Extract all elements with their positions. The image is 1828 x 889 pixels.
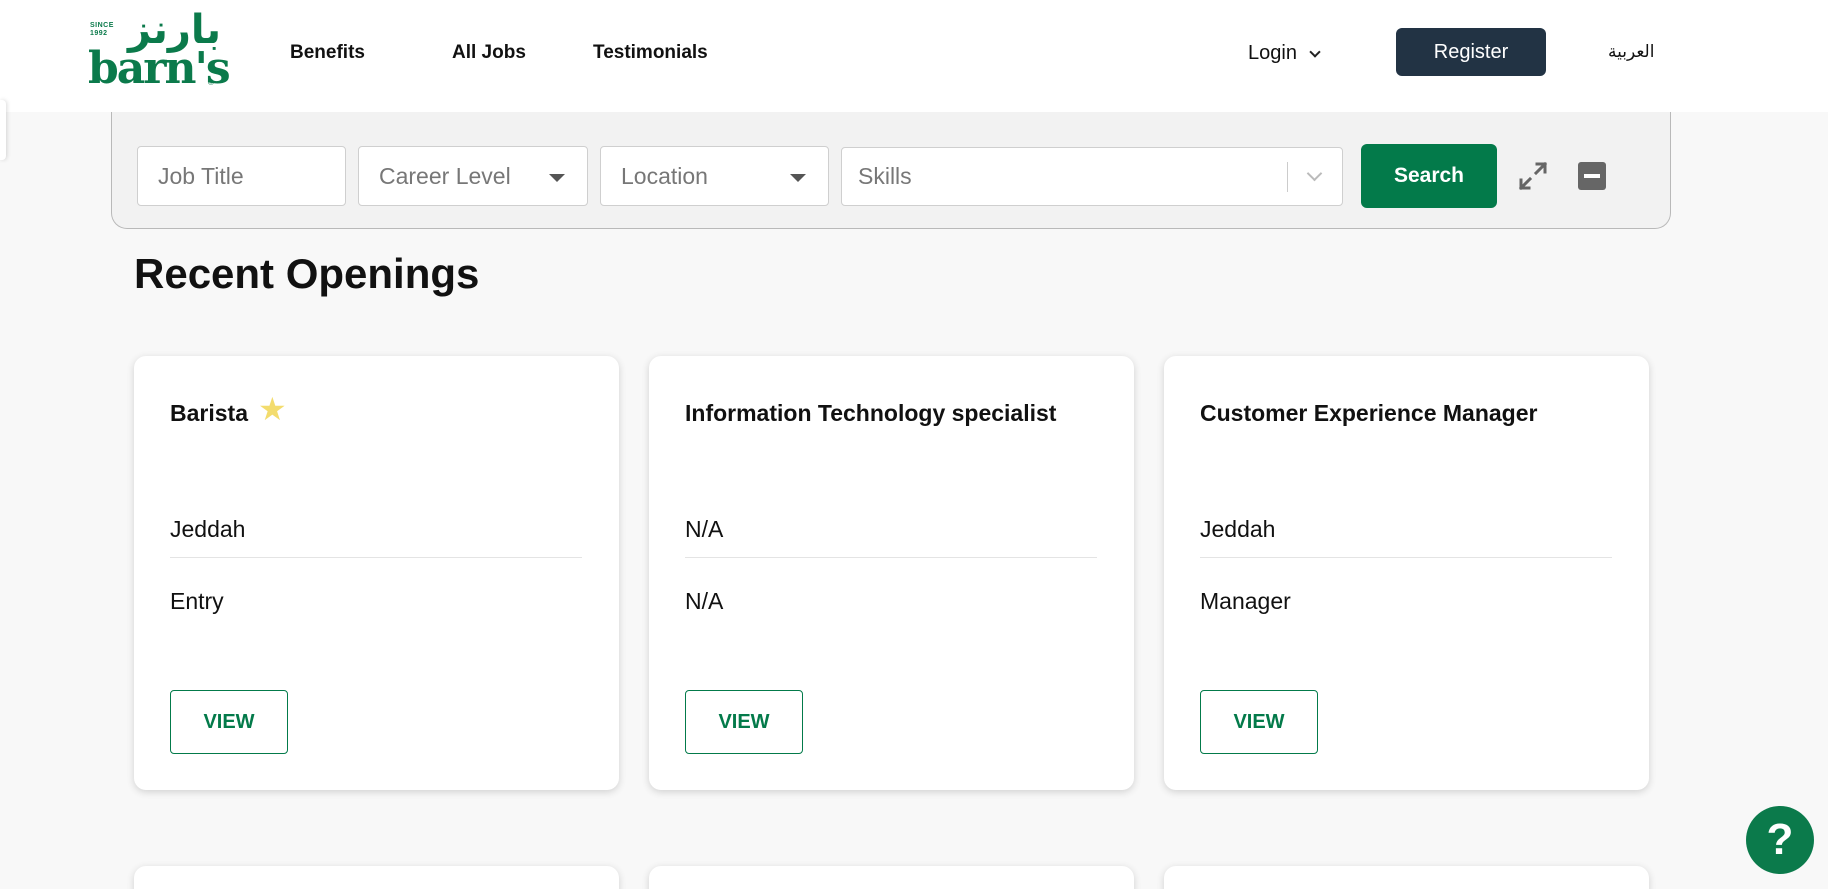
job-card-partial	[1164, 866, 1649, 889]
job-career-level: N/A	[685, 588, 724, 614]
job-title-text: Information Technology specialist	[685, 400, 1057, 426]
job-card-partial	[649, 866, 1134, 889]
job-title-text: Customer Experience Manager	[1200, 400, 1538, 426]
job-title-input[interactable]: Job Title	[137, 146, 346, 206]
help-button[interactable]: ?	[1746, 806, 1814, 874]
job-card: Barista ★ Jeddah Entry VIEW	[134, 356, 619, 790]
view-job-button[interactable]: VIEW	[170, 690, 288, 754]
job-location: Jeddah	[170, 516, 246, 542]
career-level-placeholder: Career Level	[379, 162, 511, 189]
job-location: N/A	[685, 516, 724, 542]
logo-since-label: SINCE	[90, 22, 114, 29]
job-card: Customer Experience Manager Jeddah Manag…	[1164, 356, 1649, 790]
job-career-level: Manager	[1200, 588, 1291, 614]
login-label: Login	[1248, 42, 1297, 64]
featured-star-icon: ★	[257, 390, 287, 427]
job-search-panel: Job Title Career Level Location Skills S…	[111, 112, 1671, 229]
job-title: Customer Experience Manager	[1200, 400, 1537, 427]
search-button[interactable]: Search	[1361, 144, 1497, 208]
caret-down-icon	[790, 174, 806, 182]
job-title-placeholder: Job Title	[158, 162, 244, 189]
recent-openings-heading: Recent Openings	[134, 250, 480, 297]
location-select[interactable]: Location	[600, 146, 829, 206]
chevron-down-icon	[1309, 45, 1321, 58]
job-career-level: Entry	[170, 588, 224, 614]
logo-since: SINCE 1992	[90, 22, 114, 38]
job-location: Jeddah	[1200, 516, 1276, 542]
site-header: SINCE 1992 بارنز barn's ® Benefits All J…	[0, 0, 1828, 112]
chevron-down-icon[interactable]	[1306, 165, 1323, 182]
location-placeholder: Location	[621, 162, 708, 189]
career-level-select[interactable]: Career Level	[358, 146, 588, 206]
skills-multiselect[interactable]: Skills	[841, 147, 1343, 206]
collapse-minus-icon[interactable]	[1578, 162, 1606, 190]
card-divider	[170, 557, 582, 558]
language-switch-link[interactable]: العربية	[1608, 42, 1654, 62]
nav-testimonials-link[interactable]: Testimonials	[593, 42, 708, 64]
job-title: Barista ★	[170, 393, 287, 427]
barns-logo[interactable]: SINCE 1992 بارنز barn's ®	[88, 8, 231, 92]
job-card-partial	[134, 866, 619, 889]
skills-placeholder: Skills	[858, 163, 912, 189]
caret-down-icon	[549, 174, 565, 182]
nav-benefits-link[interactable]: Benefits	[290, 42, 365, 64]
view-job-button[interactable]: VIEW	[685, 690, 803, 754]
job-title-text: Barista	[170, 400, 248, 426]
logo-registered-mark: ®	[208, 78, 214, 87]
job-title: Information Technology specialist	[685, 400, 1056, 427]
logo-since-year: 1992	[90, 30, 108, 37]
card-divider	[1200, 557, 1612, 558]
view-job-button[interactable]: VIEW	[1200, 690, 1318, 754]
register-button[interactable]: Register	[1396, 28, 1546, 76]
skills-separator	[1287, 162, 1288, 192]
job-card: Information Technology specialist N/A N/…	[649, 356, 1134, 790]
side-panel-tab[interactable]	[0, 100, 6, 160]
login-dropdown[interactable]: Login	[1248, 42, 1321, 65]
expand-icon[interactable]	[1517, 160, 1549, 192]
card-divider	[685, 557, 1097, 558]
nav-all-jobs-link[interactable]: All Jobs	[452, 42, 526, 64]
